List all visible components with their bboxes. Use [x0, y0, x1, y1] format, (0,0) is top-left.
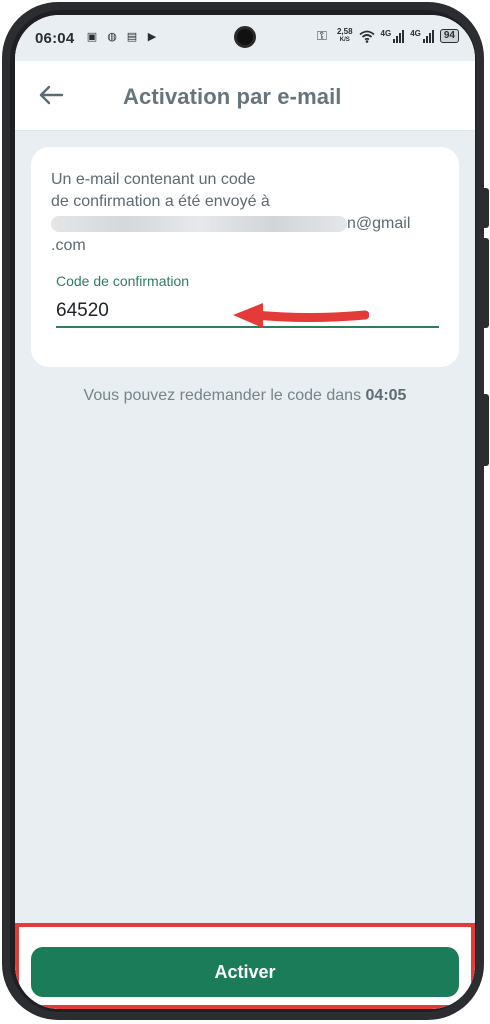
code-field-label: Code de confirmation	[56, 273, 190, 289]
annotation-arrow-icon	[233, 303, 369, 328]
annotation-highlight-box: Activer	[15, 923, 475, 1009]
resend-timer: 04:05	[365, 387, 407, 404]
sim1-network-label: 4G	[380, 29, 392, 38]
email-suffix: n@gmail	[347, 215, 411, 232]
calendar-icon: ▤	[126, 31, 138, 43]
app-header: Activation par e-mail	[15, 61, 475, 131]
system-icons: ⚿ 2,58 K/S 4G 4G 94	[313, 28, 459, 44]
youtube-icon: ▶	[147, 31, 157, 43]
confirmation-card: Un e-mail contenant un code de confirmat…	[31, 147, 459, 367]
volume-down-button	[484, 238, 489, 328]
front-camera	[234, 26, 256, 48]
email-address: n@gmail	[51, 213, 431, 235]
status-time: 06:04	[35, 30, 75, 47]
info-message: Un e-mail contenant un code de confirmat…	[51, 169, 431, 257]
resend-countdown: Vous pouvez redemander le code dans 04:0…	[15, 387, 475, 405]
network-speed-unit: K/S	[339, 37, 350, 43]
network-speed-value: 2,58	[336, 27, 353, 36]
activate-button[interactable]: Activer	[31, 947, 459, 997]
volume-up-button	[484, 188, 489, 228]
sim2-network-label: 4G	[410, 29, 421, 38]
vpn-key-icon: ⚿	[317, 28, 327, 43]
notification-icons: ▣ ◍ ▤ ▶	[85, 30, 159, 44]
status-bar: 06:04 ▣ ◍ ▤ ▶ ⚿ 2,58 K/S 4G 4G 94	[15, 15, 475, 61]
battery-indicator: 94	[439, 29, 459, 43]
signal-sim2-icon: 4G	[410, 29, 434, 43]
info-line: de confirmation a été envoyé à	[51, 193, 270, 210]
notification-app-icon: ◍	[107, 31, 117, 43]
redacted-email	[51, 216, 347, 232]
notification-app-icon: ▣	[86, 31, 98, 43]
page-title: Activation par e-mail	[123, 84, 342, 109]
screen: 06:04 ▣ ◍ ▤ ▶ ⚿ 2,58 K/S 4G 4G 94 Activa…	[15, 15, 475, 1009]
email-domain-end: .com	[51, 237, 86, 254]
back-arrow-icon[interactable]	[35, 79, 67, 111]
signal-sim1-icon: 4G	[381, 29, 405, 43]
power-button	[484, 394, 489, 466]
resend-message: Vous pouvez redemander le code dans	[83, 387, 366, 404]
wifi-icon	[358, 30, 375, 43]
network-speed: 2,58 K/S	[337, 28, 353, 44]
info-line: Un e-mail contenant un code	[51, 171, 256, 188]
